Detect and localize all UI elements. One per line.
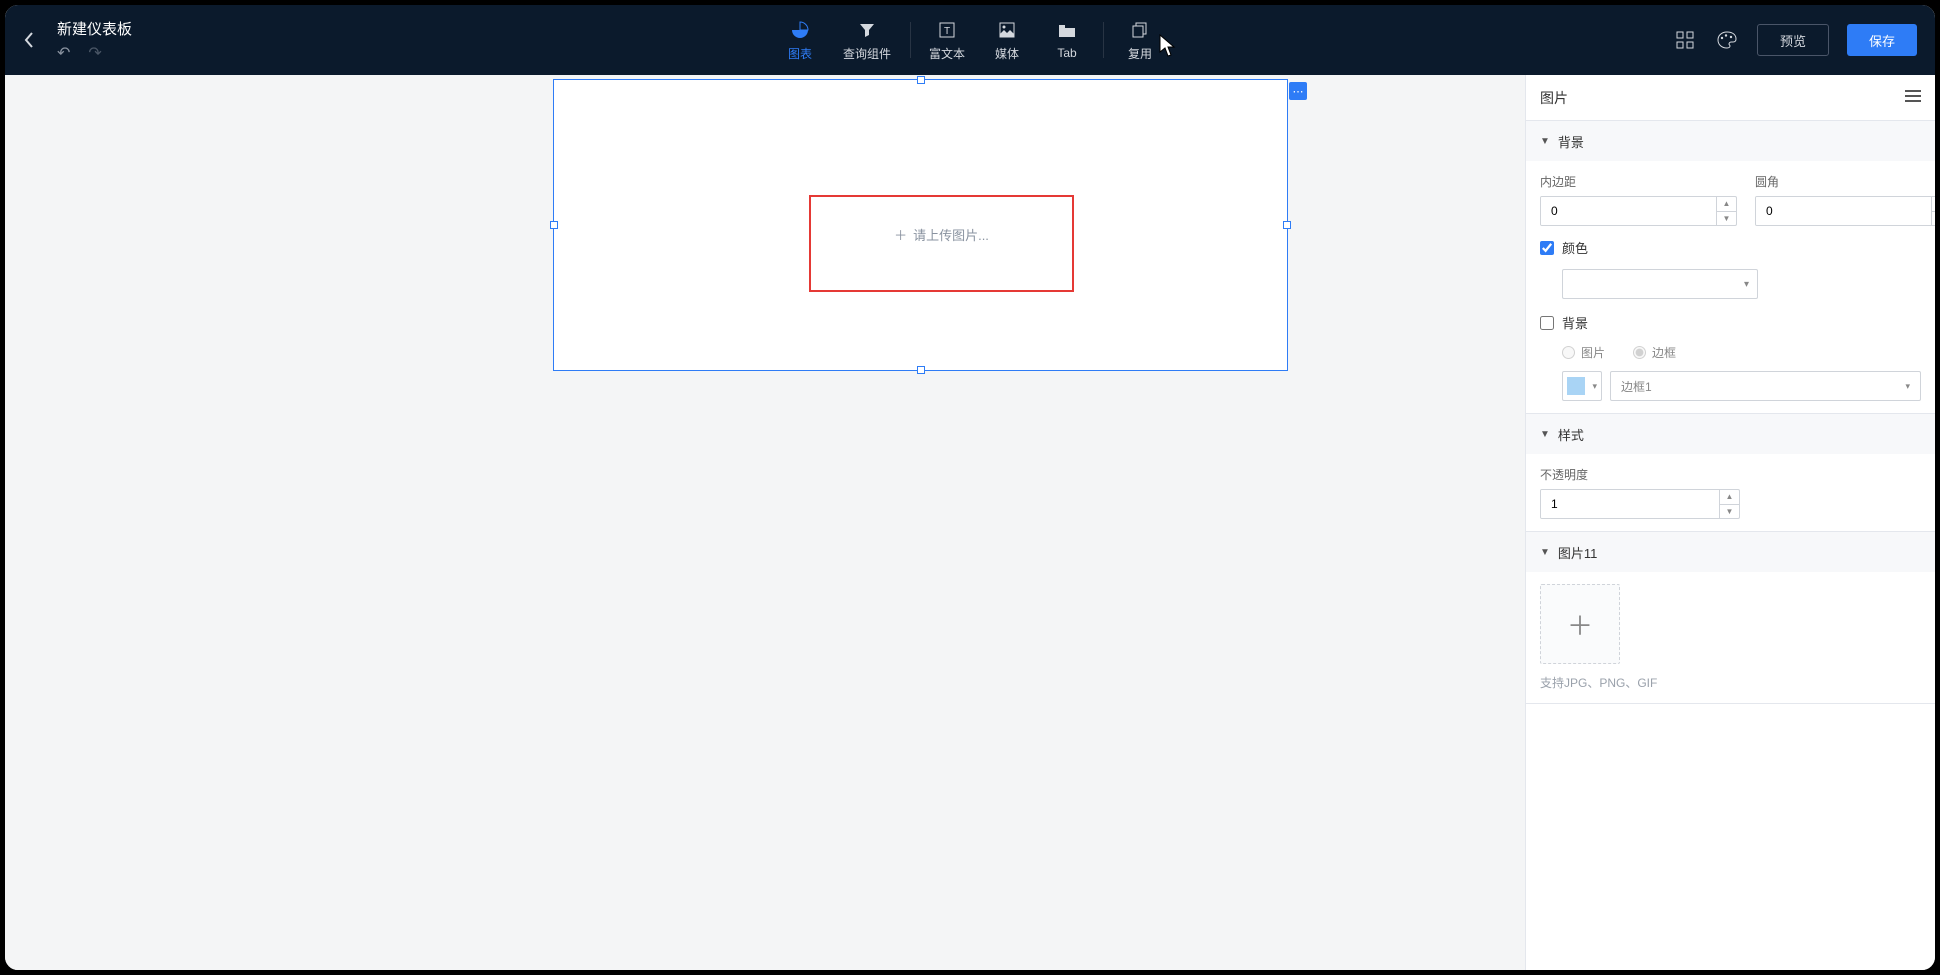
color-checkbox[interactable]: [1540, 241, 1554, 255]
caret-down-icon: ▼: [1540, 136, 1550, 147]
padding-label: 内边距: [1540, 173, 1737, 190]
upload-placeholder-text: 请上传图片...: [913, 225, 989, 244]
opacity-label: 不透明度: [1540, 466, 1740, 483]
tab-icon: [1058, 20, 1076, 42]
radius-input[interactable]: ▲▼: [1755, 196, 1940, 226]
toolbar-separator-2: [1103, 22, 1104, 58]
workspace[interactable]: ⋯ ＋ 请上传图片...: [5, 75, 1525, 970]
component-menu-button[interactable]: ⋯: [1289, 82, 1307, 100]
opacity-step-up[interactable]: ▲: [1720, 490, 1739, 505]
tool-query-label: 查询组件: [843, 45, 891, 62]
image-component-selected[interactable]: ⋯ ＋ 请上传图片...: [553, 79, 1288, 371]
padding-step-down[interactable]: ▼: [1717, 212, 1736, 226]
upload-hint: 支持JPG、PNG、GIF: [1540, 674, 1921, 691]
color-label: 颜色: [1562, 238, 1588, 257]
resize-handle-top[interactable]: [917, 76, 925, 84]
tool-tab-label: Tab: [1057, 46, 1076, 60]
opacity-step-down[interactable]: ▼: [1720, 505, 1739, 519]
resize-handle-right[interactable]: [1283, 221, 1291, 229]
tool-media-label: 媒体: [995, 45, 1019, 62]
bg-radio-border[interactable]: 边框: [1633, 344, 1676, 361]
tool-tab[interactable]: Tab: [1037, 5, 1097, 75]
tool-chart[interactable]: 图表: [770, 5, 830, 75]
section-style: ▼ 样式 不透明度 ▲▼: [1526, 414, 1935, 532]
tool-reuse[interactable]: 复用: [1110, 5, 1170, 75]
svg-text:T: T: [944, 26, 950, 37]
panel-menu-button[interactable]: [1905, 90, 1921, 105]
opacity-input[interactable]: ▲▼: [1540, 489, 1740, 519]
filter-icon: [859, 19, 875, 41]
plus-icon: ＋: [1567, 606, 1593, 643]
radius-input-field[interactable]: [1756, 197, 1931, 225]
undo-button[interactable]: ↶: [57, 43, 70, 63]
radius-step-up[interactable]: ▲: [1932, 197, 1940, 212]
back-button[interactable]: [5, 5, 53, 75]
bg-radio-image[interactable]: 图片: [1562, 344, 1605, 361]
text-icon: T: [939, 19, 955, 41]
plus-icon: ＋: [894, 225, 907, 244]
tool-chart-label: 图表: [788, 45, 812, 62]
tool-reuse-label: 复用: [1128, 45, 1152, 62]
canvas[interactable]: ⋯ ＋ 请上传图片...: [5, 75, 1525, 970]
tool-richtext-label: 富文本: [929, 45, 965, 62]
section-background: ▼ 背景 内边距 ▲▼ 圆角 ▲▼: [1526, 121, 1935, 414]
border-color-swatch[interactable]: ▾: [1562, 371, 1602, 401]
preview-button[interactable]: 预览: [1757, 24, 1829, 56]
layout-icon-button[interactable]: [1673, 28, 1697, 52]
upload-image-button[interactable]: ＋: [1540, 584, 1620, 664]
chevron-down-icon: ▾: [1905, 381, 1910, 392]
upload-image-box[interactable]: ＋ 请上传图片...: [809, 195, 1074, 292]
bg-checkbox[interactable]: [1540, 316, 1554, 330]
padding-input-field[interactable]: [1541, 197, 1716, 225]
tool-richtext[interactable]: T 富文本: [917, 5, 977, 75]
theme-icon-button[interactable]: [1715, 28, 1739, 52]
properties-panel: 图片 ▼ 背景 内边距 ▲▼ 圆角: [1525, 75, 1935, 970]
page-title: 新建仪表板: [57, 18, 132, 39]
resize-handle-bottom[interactable]: [917, 366, 925, 374]
bg-label: 背景: [1562, 313, 1588, 332]
padding-input[interactable]: ▲▼: [1540, 196, 1737, 226]
radius-step-down[interactable]: ▼: [1932, 212, 1940, 226]
topbar: 新建仪表板 ↶ ↷ 图表 查询组件 T 富文本: [5, 5, 1935, 75]
section-image-header[interactable]: ▼ 图片11: [1526, 532, 1935, 572]
chevron-down-icon: ▾: [1744, 279, 1749, 290]
opacity-input-field[interactable]: [1541, 490, 1719, 518]
caret-down-icon: ▼: [1540, 547, 1550, 558]
header-actions: 预览 保存: [1673, 24, 1935, 56]
section-background-header[interactable]: ▼ 背景: [1526, 121, 1935, 161]
tool-media[interactable]: 媒体: [977, 5, 1037, 75]
chart-icon: [791, 19, 809, 41]
resize-handle-left[interactable]: [550, 221, 558, 229]
panel-header: 图片: [1526, 75, 1935, 121]
tool-query[interactable]: 查询组件: [830, 5, 904, 75]
save-button[interactable]: 保存: [1847, 24, 1917, 56]
color-select[interactable]: ▾: [1562, 269, 1758, 299]
toolbar: 图表 查询组件 T 富文本 媒体 Tab: [770, 5, 1170, 75]
border-style-select[interactable]: 边框1 ▾: [1610, 371, 1921, 401]
panel-title: 图片: [1540, 88, 1568, 108]
image-icon: [999, 19, 1015, 41]
padding-step-up[interactable]: ▲: [1717, 197, 1736, 212]
caret-down-icon: ▼: [1540, 429, 1550, 440]
copy-icon: [1132, 19, 1148, 41]
section-image: ▼ 图片11 ＋ 支持JPG、PNG、GIF: [1526, 532, 1935, 704]
radius-label: 圆角: [1755, 173, 1940, 190]
toolbar-separator: [910, 22, 911, 58]
redo-button[interactable]: ↷: [88, 43, 101, 63]
section-style-header[interactable]: ▼ 样式: [1526, 414, 1935, 454]
